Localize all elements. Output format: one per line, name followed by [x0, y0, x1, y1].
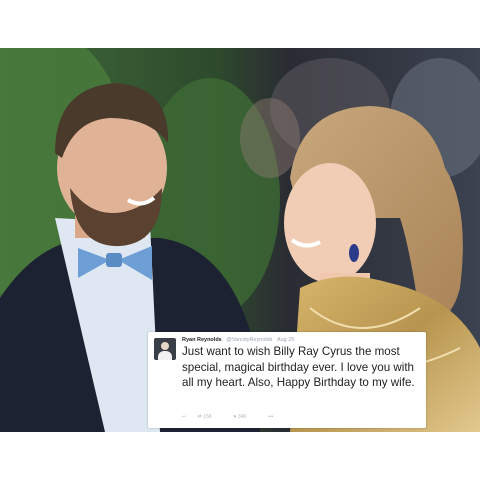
reply-icon[interactable]: ↩	[182, 414, 186, 420]
tweet-card[interactable]: Ryan Reynolds @VancityReynolds Aug 25 Ju…	[148, 332, 426, 428]
retweet-count: 15K	[203, 414, 213, 420]
like-button[interactable]: ♥ 34K	[233, 414, 256, 420]
author-name[interactable]: Ryan Reynolds	[182, 337, 222, 343]
avatar[interactable]	[154, 338, 176, 360]
author-handle[interactable]: @VancityReynolds	[226, 337, 272, 343]
avatar-head-shape	[161, 342, 169, 350]
tweet-text: Just want to wish Billy Ray Cyrus the mo…	[182, 345, 415, 389]
more-icon[interactable]: •••	[268, 414, 273, 420]
retweet-button[interactable]: ⇄ 15K	[198, 414, 223, 420]
tweet-time[interactable]: Aug 25	[277, 337, 294, 343]
avatar-body-shape	[158, 351, 172, 360]
tweet-actions: ↩ ⇄ 15K ♥ 34K •••	[182, 414, 283, 420]
tweet-meta: Ryan Reynolds @VancityReynolds Aug 25	[182, 337, 294, 343]
like-count: 34K	[237, 414, 247, 420]
